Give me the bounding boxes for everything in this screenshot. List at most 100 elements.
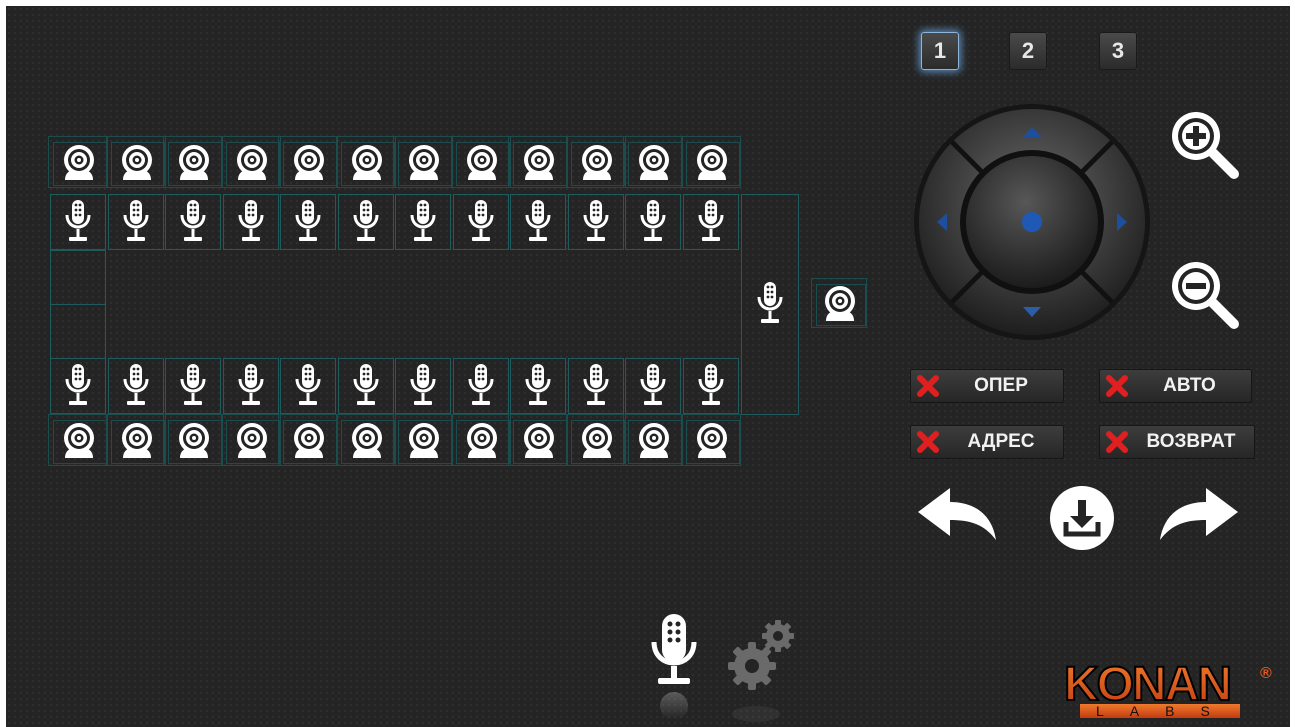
undo-icon[interactable]	[914, 484, 1000, 544]
microphone-icon	[582, 363, 610, 409]
mic-seat-bottom[interactable]	[567, 358, 624, 414]
page-1-button[interactable]: 1	[921, 32, 959, 70]
mic-seat-top[interactable]	[107, 194, 164, 250]
camera-seat-top[interactable]	[48, 136, 108, 188]
webcam-icon	[61, 144, 97, 182]
close-icon	[1100, 374, 1134, 398]
mic-seat-side[interactable]	[741, 276, 799, 332]
microphone-icon	[467, 199, 495, 245]
mic-seat-bottom[interactable]	[280, 358, 336, 414]
camera-seat-bottom[interactable]	[508, 414, 568, 466]
webcam-icon	[61, 422, 97, 460]
microphone-icon	[697, 199, 725, 245]
camera-seat-bottom[interactable]	[565, 414, 626, 466]
mic-seat-top[interactable]	[165, 194, 221, 250]
mic-seat-bottom[interactable]	[625, 358, 681, 414]
mic-seat-bottom[interactable]	[337, 358, 394, 414]
camera-seat-bottom[interactable]	[393, 414, 453, 466]
mic-seat-bottom[interactable]	[395, 358, 451, 414]
camera-seat-top[interactable]	[278, 136, 338, 188]
camera-seat-top[interactable]	[508, 136, 568, 188]
camera-seat-bottom[interactable]	[163, 414, 223, 466]
webcam-icon	[234, 422, 270, 460]
camera-seat-top[interactable]	[565, 136, 626, 188]
camera-seat-bottom[interactable]	[278, 414, 338, 466]
ptz-down-arrow-icon[interactable]	[1019, 296, 1045, 320]
save-download-icon[interactable]	[1048, 484, 1116, 552]
settings-gear-icon[interactable]	[722, 614, 802, 724]
microphone-icon	[294, 363, 322, 409]
logo-sub-text: LABS	[1096, 703, 1236, 719]
mic-seat-top[interactable]	[510, 194, 566, 250]
camera-seat-bottom[interactable]	[680, 414, 741, 466]
mic-seat-top[interactable]	[682, 194, 739, 250]
ptz-left-arrow-icon[interactable]	[932, 211, 956, 237]
webcam-icon	[579, 422, 615, 460]
webcam-icon	[349, 422, 385, 460]
close-icon	[1100, 430, 1134, 454]
page-3-button[interactable]: 3	[1099, 32, 1137, 70]
screen: 1 2 3 ОПЕР АВТО АДРЕС ВОЗВРАТ KONAN ® LA…	[6, 6, 1290, 727]
zoom-out-icon[interactable]	[1166, 256, 1242, 332]
ptz-up-arrow-icon[interactable]	[1019, 122, 1045, 146]
mic-seat-top[interactable]	[567, 194, 624, 250]
microphone-icon	[179, 363, 207, 409]
camera-seat-bottom[interactable]	[335, 414, 396, 466]
hall-frame-cell	[50, 250, 106, 305]
microphone-icon	[122, 199, 150, 245]
page-2-button[interactable]: 2	[1009, 32, 1047, 70]
preset-adres-button[interactable]: АДРЕС	[910, 425, 1064, 459]
microphone-icon	[352, 363, 380, 409]
webcam-icon	[579, 144, 615, 182]
zoom-in-icon[interactable]	[1166, 106, 1242, 182]
camera-seat-bottom[interactable]	[450, 414, 511, 466]
mic-seat-top[interactable]	[395, 194, 451, 250]
close-icon	[911, 430, 945, 454]
mic-seat-bottom[interactable]	[682, 358, 739, 414]
microphone-icon	[467, 363, 495, 409]
camera-seat-bottom[interactable]	[105, 414, 166, 466]
mic-seat-top[interactable]	[625, 194, 681, 250]
mic-seat-bottom[interactable]	[452, 358, 509, 414]
camera-seat-top[interactable]	[680, 136, 741, 188]
webcam-icon	[234, 144, 270, 182]
webcam-icon	[694, 144, 730, 182]
ptz-right-arrow-icon[interactable]	[1106, 211, 1130, 237]
camera-seat-top[interactable]	[393, 136, 453, 188]
mic-seat-bottom[interactable]	[50, 358, 106, 414]
preset-avto-button[interactable]: АВТО	[1099, 369, 1252, 403]
redo-icon[interactable]	[1156, 484, 1242, 544]
microphone-icon	[697, 363, 725, 409]
camera-seat-top[interactable]	[335, 136, 396, 188]
mic-seat-top[interactable]	[50, 194, 106, 250]
camera-seat-top[interactable]	[220, 136, 281, 188]
camera-seat-top[interactable]	[623, 136, 683, 188]
mic-seat-bottom[interactable]	[510, 358, 566, 414]
webcam-icon	[119, 144, 155, 182]
camera-seat-bottom[interactable]	[48, 414, 108, 466]
camera-seat-top[interactable]	[450, 136, 511, 188]
webcam-icon	[349, 144, 385, 182]
webcam-icon	[291, 144, 327, 182]
camera-seat-side[interactable]	[811, 278, 867, 328]
mic-seat-bottom[interactable]	[107, 358, 164, 414]
microphone-icon	[409, 199, 437, 245]
microphone-icon[interactable]	[646, 612, 702, 722]
camera-seat-bottom[interactable]	[220, 414, 281, 466]
webcam-icon	[521, 144, 557, 182]
mic-seat-top[interactable]	[337, 194, 394, 250]
camera-seat-top[interactable]	[163, 136, 223, 188]
preset-avto-label: АВТО	[1163, 375, 1216, 396]
microphone-icon	[122, 363, 150, 409]
mic-seat-top[interactable]	[452, 194, 509, 250]
mic-seat-top[interactable]	[280, 194, 336, 250]
mic-seat-bottom[interactable]	[165, 358, 221, 414]
camera-seat-top[interactable]	[105, 136, 166, 188]
preset-vozvrat-button[interactable]: ВОЗВРАТ	[1099, 425, 1255, 459]
webcam-icon	[406, 144, 442, 182]
preset-oper-button[interactable]: ОПЕР	[910, 369, 1064, 403]
mic-seat-bottom[interactable]	[222, 358, 279, 414]
mic-seat-top[interactable]	[222, 194, 279, 250]
camera-seat-bottom[interactable]	[623, 414, 683, 466]
hall-frame-cell	[50, 304, 106, 359]
